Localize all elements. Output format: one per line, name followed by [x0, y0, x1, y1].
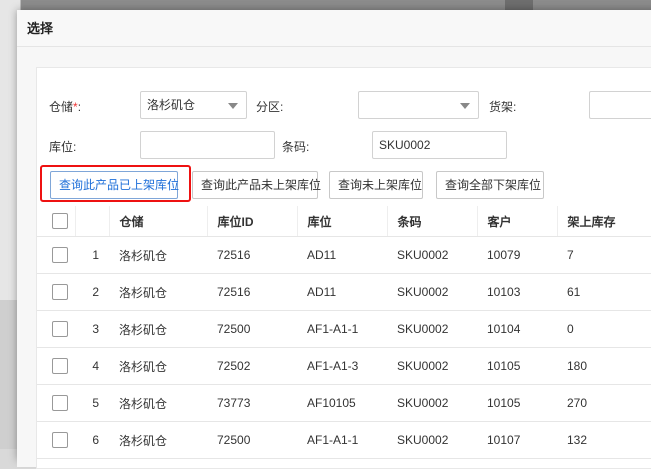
row-checkbox[interactable]	[52, 284, 68, 300]
cell-stock: 7	[557, 236, 651, 274]
warehouse-label-colon: :	[77, 100, 82, 114]
row-checkbox-cell	[37, 421, 75, 459]
cell-stock: 270	[557, 384, 651, 422]
cell-barcode: SKU0002	[387, 384, 477, 422]
table-row[interactable]: 1 洛杉矶仓 72516 AD11 SKU0002 10079 7	[37, 236, 651, 274]
table-row[interactable]: 2 洛杉矶仓 72516 AD11 SKU0002 10103 61	[37, 273, 651, 311]
location-input[interactable]	[140, 131, 275, 159]
select-all-cell	[37, 206, 75, 237]
zone-label: 分区:	[256, 100, 284, 114]
cell-location-id: 72516	[207, 273, 297, 311]
cell-location: AD11	[297, 236, 387, 274]
cell-location-id: 72500	[207, 421, 297, 459]
column-header-location: 库位	[296, 206, 387, 237]
table-row[interactable]: 5 洛杉矶仓 73773 AF10105 SKU0002 10105 270	[37, 384, 651, 422]
cell-barcode: SKU0002	[387, 347, 477, 385]
cell-location: AF10105	[297, 384, 387, 422]
row-index: 4	[75, 347, 109, 385]
cell-customer: 10107	[477, 421, 557, 459]
table-row[interactable]: 4 洛杉矶仓 72502 AF1-A1-3 SKU0002 10105 180	[37, 347, 651, 385]
warehouse-select[interactable]: 洛杉矶仓	[140, 91, 247, 119]
row-index: 6	[75, 421, 109, 459]
cell-location-id: 73773	[207, 384, 297, 422]
cell-location: AF1-A1-1	[297, 421, 387, 459]
column-header-barcode: 条码	[386, 206, 477, 237]
index-header	[74, 206, 109, 237]
row-checkbox-cell	[37, 347, 75, 385]
row-index: 2	[75, 273, 109, 311]
row-checkbox[interactable]	[52, 395, 68, 411]
query-not-on-shelf-button[interactable]: 查询此产品未上架库位	[192, 171, 321, 199]
cell-warehouse: 洛杉矶仓	[109, 421, 207, 459]
cell-barcode: SKU0002	[387, 421, 477, 459]
cell-customer: 10104	[477, 310, 557, 348]
dialog-body: 仓储*: 洛杉矶仓 分区: 货架: 库位: 条码: SKU0002 查询此产品已…	[17, 47, 651, 469]
cell-location-id: 72502	[207, 347, 297, 385]
row-index: 3	[75, 310, 109, 348]
cell-customer: 10105	[477, 347, 557, 385]
column-header-customer: 客户	[476, 206, 557, 237]
location-label: 库位:	[49, 140, 77, 154]
cell-warehouse: 洛杉矶仓	[109, 236, 207, 274]
row-checkbox-cell	[37, 384, 75, 422]
column-header-location-id: 库位ID	[206, 206, 297, 237]
row-checkbox[interactable]	[52, 432, 68, 448]
cell-barcode: SKU0002	[387, 273, 477, 311]
cell-customer: 10103	[477, 273, 557, 311]
column-header-warehouse: 仓储	[108, 206, 207, 237]
cell-stock: 61	[557, 273, 651, 311]
backdrop-topbar	[0, 0, 651, 10]
query-on-shelf-button[interactable]: 查询此产品已上架库位	[50, 171, 179, 199]
cell-warehouse: 洛杉矶仓	[109, 384, 207, 422]
barcode-input[interactable]: SKU0002	[372, 131, 507, 159]
cell-stock: 132	[557, 421, 651, 459]
chevron-down-icon	[460, 103, 470, 109]
cell-customer: 10079	[477, 236, 557, 274]
table-row[interactable]: 3 洛杉矶仓 72500 AF1-A1-1 SKU0002 10104 0	[37, 310, 651, 348]
table-header-row: 仓储 库位ID 库位 条码 客户 架上库存	[37, 206, 651, 237]
warehouse-label: 仓储*:	[49, 98, 81, 115]
row-index: 1	[75, 236, 109, 274]
row-checkbox-cell	[37, 236, 75, 274]
cell-warehouse: 洛杉矶仓	[109, 310, 207, 348]
chevron-down-icon	[228, 103, 238, 109]
select-dialog: 选择 仓储*: 洛杉矶仓 分区: 货架: 库位: 条码: SKU0002 查询此…	[17, 10, 651, 469]
row-checkbox-cell	[37, 310, 75, 348]
cell-location: AF1-A1-3	[297, 347, 387, 385]
shelf-label: 货架:	[489, 100, 517, 114]
query-unshelved-button[interactable]: 查询未上架库位	[329, 171, 423, 199]
column-header-stock: 架上库存	[556, 206, 651, 237]
cell-location: AD11	[297, 273, 387, 311]
backdrop-bar	[505, 0, 533, 10]
cell-location: AF1-A1-1	[297, 310, 387, 348]
row-checkbox[interactable]	[52, 358, 68, 374]
cell-barcode: SKU0002	[387, 236, 477, 274]
dialog-content: 仓储*: 洛杉矶仓 分区: 货架: 库位: 条码: SKU0002 查询此产品已…	[36, 67, 651, 469]
location-table: 仓储 库位ID 库位 条码 客户 架上库存 1 洛杉矶仓 72516 AD11	[37, 206, 651, 459]
cell-location-id: 72500	[207, 310, 297, 348]
row-checkbox-cell	[37, 273, 75, 311]
select-all-checkbox[interactable]	[52, 213, 68, 229]
barcode-label: 条码:	[282, 140, 310, 154]
cell-stock: 180	[557, 347, 651, 385]
row-checkbox[interactable]	[52, 247, 68, 263]
cell-customer: 10105	[477, 384, 557, 422]
cell-stock: 0	[557, 310, 651, 348]
row-checkbox[interactable]	[52, 321, 68, 337]
cell-location-id: 72516	[207, 236, 297, 274]
table-row[interactable]: 6 洛杉矶仓 72500 AF1-A1-1 SKU0002 10107 132	[37, 421, 651, 459]
zone-select[interactable]	[358, 91, 479, 119]
cell-warehouse: 洛杉矶仓	[109, 347, 207, 385]
cell-barcode: SKU0002	[387, 310, 477, 348]
row-index: 5	[75, 384, 109, 422]
shelf-select[interactable]	[589, 91, 651, 119]
warehouse-select-value: 洛杉矶仓	[147, 98, 196, 112]
cell-warehouse: 洛杉矶仓	[109, 273, 207, 311]
warehouse-label-text: 仓储	[49, 100, 74, 114]
query-all-off-shelf-button[interactable]: 查询全部下架库位	[436, 171, 544, 199]
dialog-title: 选择	[17, 10, 651, 47]
